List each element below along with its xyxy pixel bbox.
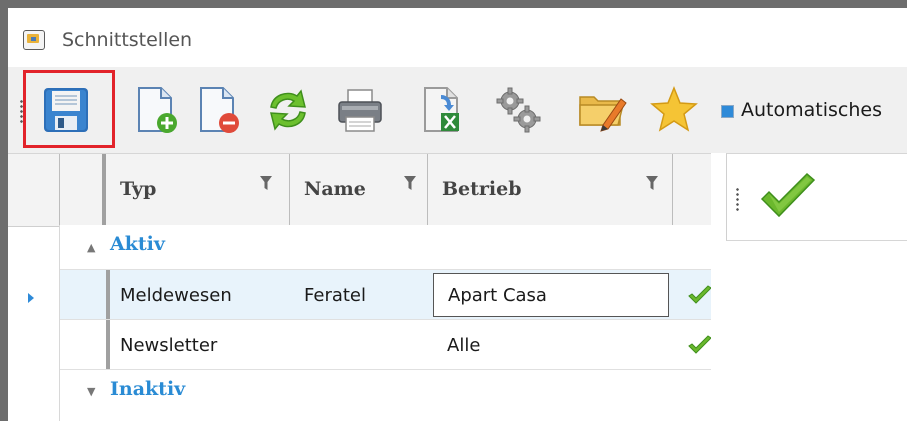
collapse-icon[interactable]: ▲: [87, 241, 95, 254]
header-group-cell: [60, 154, 106, 226]
add-document-button[interactable]: [126, 80, 186, 140]
print-button[interactable]: [330, 80, 390, 140]
folder-edit-button[interactable]: [572, 80, 632, 140]
cell-typ: Newsletter: [120, 335, 218, 356]
expand-icon[interactable]: ▼: [87, 385, 95, 398]
group-label: Inaktiv: [110, 378, 186, 400]
splitter[interactable]: [711, 153, 726, 421]
cell-editor[interactable]: Apart Casa: [433, 273, 669, 317]
check-icon: [688, 335, 712, 354]
row-group-bar: [106, 320, 110, 370]
excel-export-icon: [424, 87, 459, 132]
automatisches-checkbox[interactable]: [721, 105, 734, 118]
window-title: Schnittstellen: [62, 29, 193, 51]
excel-export-button[interactable]: [412, 80, 472, 140]
gears-icon: [496, 87, 541, 133]
column-label-name: Name: [304, 178, 366, 200]
group-label: Aktiv: [110, 233, 165, 255]
folder-edit-icon: [579, 96, 627, 132]
column-label-typ: Typ: [120, 178, 157, 200]
column-label-betrieb: Betrieb: [442, 178, 522, 200]
refresh-icon: [270, 89, 306, 131]
grid-header: Typ Name Betrieb: [8, 153, 711, 227]
print-icon: [338, 89, 382, 132]
save-button-highlight: [23, 70, 115, 148]
column-header-name[interactable]: Name: [290, 154, 428, 226]
settings-button[interactable]: [488, 80, 548, 140]
column-header-typ[interactable]: Typ: [106, 154, 290, 226]
table-row[interactable]: Newsletter Alle: [60, 319, 712, 370]
row-group-bar: [106, 270, 110, 320]
header-indicator-cell: [8, 154, 60, 226]
filter-icon[interactable]: [646, 176, 658, 190]
group-row-inaktiv[interactable]: ▼ Inaktiv: [60, 369, 711, 414]
table-row[interactable]: Meldewesen Feratel Apart Casa: [60, 269, 712, 320]
column-header-betrieb[interactable]: Betrieb: [428, 154, 673, 226]
row-indicator-column: [8, 225, 60, 421]
favorite-button[interactable]: [644, 80, 704, 140]
toolbar: Automatisches: [8, 67, 907, 153]
title-bar: Schnittstellen: [8, 8, 907, 67]
filter-icon[interactable]: [404, 176, 416, 190]
star-icon: [650, 85, 698, 132]
check-icon: [688, 285, 712, 304]
right-panel-toolbar: [726, 153, 907, 241]
panel-grip-icon[interactable]: [736, 187, 739, 211]
cell-name: Feratel: [304, 285, 367, 306]
add-document-icon: [138, 87, 177, 133]
current-row-indicator-icon: [28, 293, 34, 303]
header-status-cell: [673, 154, 711, 226]
cell-betrieb: Alle: [447, 335, 481, 356]
app-icon: [23, 30, 45, 50]
remove-document-icon: [200, 87, 239, 133]
cell-typ: Meldewesen: [120, 285, 232, 306]
group-row-aktiv[interactable]: ▲ Aktiv: [60, 225, 711, 269]
interfaces-grid: Typ Name Betrieb ▲ Aktiv Meldewesen Fera…: [8, 153, 712, 421]
automatisches-label: Automatisches: [741, 99, 882, 121]
filter-icon[interactable]: [260, 176, 272, 190]
cell-betrieb: Apart Casa: [448, 285, 547, 306]
confirm-check-icon[interactable]: [759, 172, 817, 222]
refresh-button[interactable]: [258, 80, 318, 140]
remove-document-button[interactable]: [188, 80, 248, 140]
